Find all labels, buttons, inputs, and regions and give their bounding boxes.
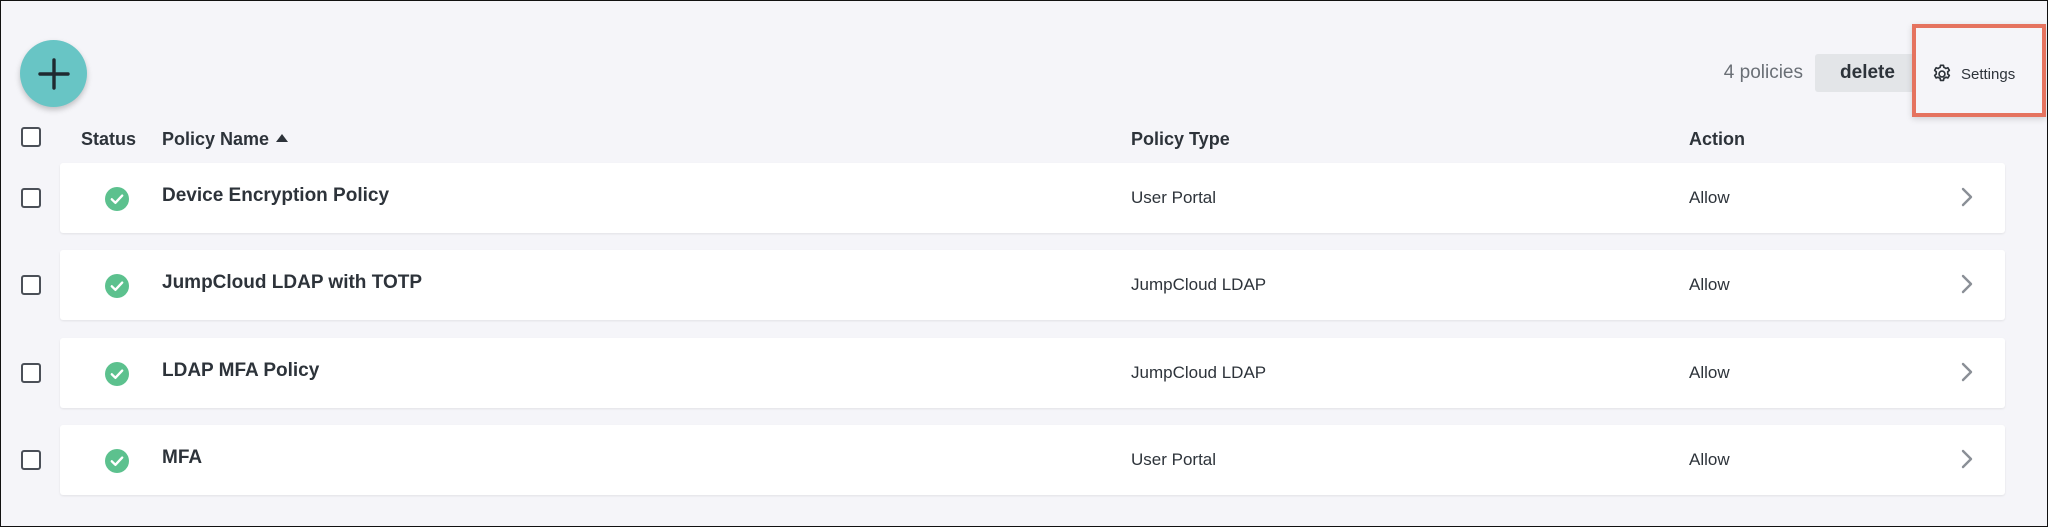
settings-button[interactable]: Settings [1931, 60, 2015, 88]
gear-icon [1933, 64, 1951, 82]
policy-type: User Portal [1131, 188, 1217, 207]
header-status: Status [81, 129, 137, 149]
chevron-right-icon[interactable] [1959, 185, 1975, 209]
settings-label: Settings [1961, 65, 2016, 83]
policy-action: Allow [1689, 363, 1730, 382]
policy-action: Allow [1689, 188, 1730, 207]
policy-name[interactable]: JumpCloud LDAP with TOTP [162, 272, 422, 294]
policy-name[interactable]: LDAP MFA Policy [162, 360, 319, 382]
policy-action: Allow [1689, 450, 1730, 469]
table-row: Device Encryption Policy User Portal All… [1, 163, 2047, 233]
header-policy-type: Policy Type [1131, 129, 1230, 149]
chevron-right-icon[interactable] [1959, 272, 1975, 296]
header-policy-name-label: Policy Name [162, 129, 270, 149]
table-row: LDAP MFA Policy JumpCloud LDAP Allow [1, 338, 2047, 408]
policy-name[interactable]: Device Encryption Policy [162, 185, 389, 207]
check-circle-icon [105, 187, 129, 211]
check-circle-icon [105, 274, 129, 298]
table-row: MFA User Portal Allow [1, 425, 2047, 495]
row-checkbox[interactable] [21, 275, 41, 295]
policy-type: JumpCloud LDAP [1131, 275, 1267, 294]
table-header: Status Policy Name Policy Type Action [1, 127, 2047, 155]
delete-button[interactable]: delete [1815, 54, 1920, 92]
policy-action: Allow [1689, 275, 1730, 294]
policy-name[interactable]: MFA [162, 447, 202, 469]
policy-count: 4 policies [1723, 62, 1803, 83]
row-checkbox[interactable] [21, 363, 41, 383]
check-circle-icon [105, 362, 129, 386]
header-action: Action [1689, 129, 1745, 149]
select-all-checkbox[interactable] [21, 127, 41, 147]
row-checkbox[interactable] [21, 450, 41, 470]
header-policy-name[interactable]: Policy Name [162, 129, 289, 150]
chevron-right-icon[interactable] [1959, 360, 1975, 384]
policy-type: JumpCloud LDAP [1131, 363, 1267, 382]
plus-icon [37, 57, 70, 90]
add-policy-button[interactable] [20, 40, 87, 107]
policies-page: 4 policies delete Settings Status Policy… [0, 0, 2048, 527]
row-checkbox[interactable] [21, 188, 41, 208]
sort-ascending-icon [276, 134, 289, 142]
chevron-right-icon[interactable] [1959, 447, 1975, 471]
check-circle-icon [105, 449, 129, 473]
table-row: JumpCloud LDAP with TOTP JumpCloud LDAP … [1, 250, 2047, 320]
policy-type: User Portal [1131, 450, 1217, 469]
